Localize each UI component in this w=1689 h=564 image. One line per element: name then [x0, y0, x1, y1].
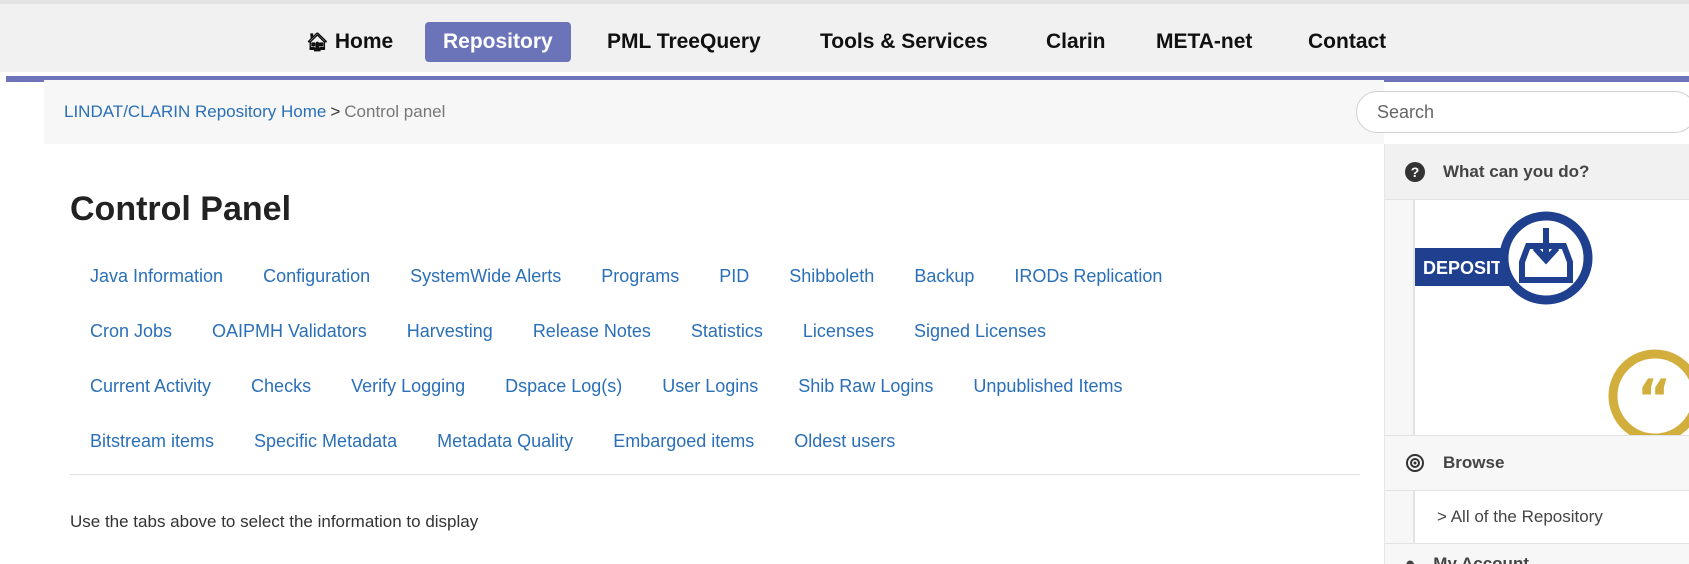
nav-home[interactable]: 🏠︎ Home: [288, 22, 411, 62]
deposit-cite-illustration: DEPOSIT “: [1415, 211, 1689, 443]
breadcrumb-bar: LINDAT/CLARIN Repository Home > Control pa…: [44, 80, 1384, 144]
breadcrumb-current: Control panel: [344, 102, 446, 121]
what-can-you-do-header[interactable]: ? What can you do?: [1385, 144, 1689, 200]
target-icon: [1406, 454, 1424, 472]
user-icon: ●: [1405, 553, 1416, 564]
tab-embargoed-items[interactable]: Embargoed items: [593, 431, 774, 452]
nav-pml-treequery[interactable]: PML TreeQuery: [589, 22, 779, 62]
help-text: Use the tabs above to select the informa…: [70, 512, 479, 531]
page-title: Control Panel: [70, 190, 292, 228]
deposit-banner[interactable]: DEPOSIT “: [1413, 200, 1689, 443]
tab-systemwide-alerts[interactable]: SystemWide Alerts: [390, 266, 581, 287]
tab-row: Current Activity Checks Verify Logging D…: [70, 359, 1360, 414]
tab-dspace-logs[interactable]: Dspace Log(s): [485, 376, 642, 397]
tabs-divider: [70, 474, 1360, 475]
tab-specific-metadata[interactable]: Specific Metadata: [234, 431, 417, 452]
my-account-label: My Account: [1433, 553, 1529, 564]
tab-configuration[interactable]: Configuration: [243, 266, 390, 287]
tab-verify-logging[interactable]: Verify Logging: [331, 376, 485, 397]
browse-label: Browse: [1443, 453, 1505, 472]
breadcrumb-home-link[interactable]: LINDAT/CLARIN Repository Home: [64, 102, 326, 121]
tab-current-activity[interactable]: Current Activity: [70, 376, 231, 397]
tab-pid[interactable]: PID: [699, 266, 769, 287]
home-icon: 🏠︎: [306, 32, 329, 52]
nav-tools-services[interactable]: Tools & Services: [802, 22, 1006, 62]
tab-unpublished-items[interactable]: Unpublished Items: [953, 376, 1142, 397]
tab-backup[interactable]: Backup: [894, 266, 994, 287]
tab-shib-raw-logins[interactable]: Shib Raw Logins: [778, 376, 953, 397]
tab-checks[interactable]: Checks: [231, 376, 331, 397]
tab-shibboleth[interactable]: Shibboleth: [769, 266, 894, 287]
browse-header[interactable]: Browse: [1385, 435, 1689, 491]
quote-glyph: “: [1637, 369, 1671, 429]
tab-metadata-quality[interactable]: Metadata Quality: [417, 431, 593, 452]
tab-oldest-users[interactable]: Oldest users: [774, 431, 915, 452]
tab-harvesting[interactable]: Harvesting: [387, 321, 513, 342]
tab-row: Cron Jobs OAIPMH Validators Harvesting R…: [70, 304, 1360, 359]
sidebar: ? What can you do? DEPOSIT “ Browse > Al…: [1384, 144, 1689, 564]
question-circle-icon: ?: [1405, 161, 1425, 182]
what-can-you-do-label: What can you do?: [1443, 161, 1590, 181]
tab-signed-licenses[interactable]: Signed Licenses: [894, 321, 1066, 342]
tab-java-information[interactable]: Java Information: [70, 266, 243, 287]
tab-programs[interactable]: Programs: [581, 266, 699, 287]
control-panel-tabs: Java Information Configuration SystemWid…: [70, 249, 1360, 469]
nav-contact[interactable]: Contact: [1290, 22, 1404, 62]
tab-statistics[interactable]: Statistics: [671, 321, 783, 342]
nav-clarin[interactable]: Clarin: [1028, 22, 1124, 62]
all-of-repository-link[interactable]: > All of the Repository: [1413, 491, 1689, 543]
tab-cron-jobs[interactable]: Cron Jobs: [70, 321, 192, 342]
deposit-label: DEPOSIT: [1423, 258, 1502, 278]
breadcrumb: LINDAT/CLARIN Repository Home > Control pa…: [64, 102, 445, 122]
search-input[interactable]: [1356, 91, 1689, 133]
tab-row: Java Information Configuration SystemWid…: [70, 249, 1360, 304]
tab-oaipmh-validators[interactable]: OAIPMH Validators: [192, 321, 387, 342]
nav-meta-net[interactable]: META-net: [1138, 22, 1270, 62]
tab-row: Bitstream items Specific Metadata Metada…: [70, 414, 1360, 469]
tab-user-logins[interactable]: User Logins: [642, 376, 778, 397]
tab-licenses[interactable]: Licenses: [783, 321, 894, 342]
top-navbar: 🏠︎ Home Repository PML TreeQuery Tools & …: [0, 0, 1689, 82]
my-account-header[interactable]: ● My Account: [1385, 543, 1689, 564]
main-content: Control Panel Java Information Configura…: [44, 144, 1384, 564]
tab-bitstream-items[interactable]: Bitstream items: [70, 431, 234, 452]
breadcrumb-separator: >: [330, 102, 341, 121]
nav-repository[interactable]: Repository: [425, 22, 571, 62]
tab-irods-replication[interactable]: IRODs Replication: [994, 266, 1182, 287]
tab-release-notes[interactable]: Release Notes: [513, 321, 671, 342]
